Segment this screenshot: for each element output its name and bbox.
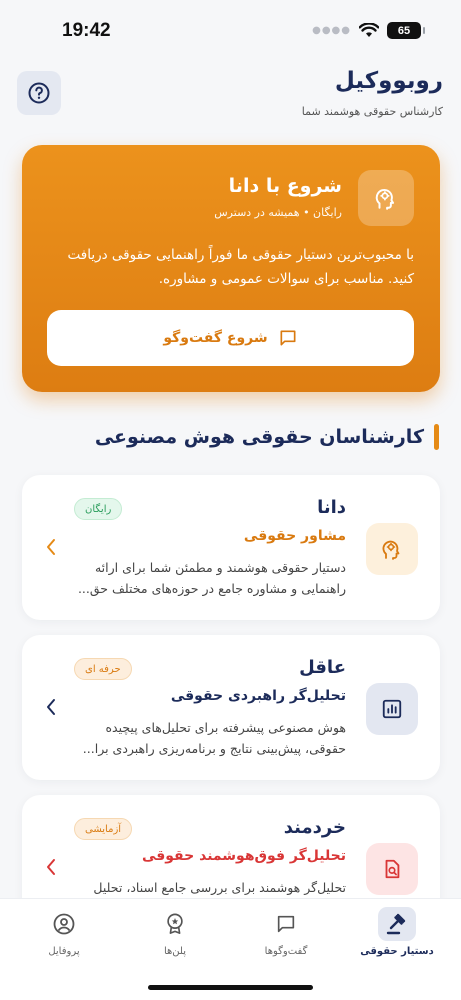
experimental-badge: آزمایشی	[74, 818, 133, 840]
hero-description: با محبوب‌ترین دستیار حقوقی ما فوراً راهن…	[67, 247, 415, 287]
nav-icon-box	[45, 907, 83, 941]
free-badge: رایگان	[74, 498, 123, 520]
expert-role: مشاور حقوقی	[243, 528, 346, 544]
section-title-text: کارشناسان حقوقی هوش مصنوعی	[94, 426, 424, 448]
expert-icon-box	[366, 683, 418, 735]
expert-description: دستیار حقوقی هوشمند و مطمئن شما برای ارا…	[77, 560, 346, 596]
home-indicator	[148, 985, 313, 990]
award-icon	[167, 913, 183, 934]
chart-bars-icon	[382, 699, 402, 719]
status-time: 19:42	[62, 20, 111, 41]
wifi-icon	[359, 23, 379, 37]
expert-card-aghel[interactable]: عاقل تحلیل‌گر راهبردی حقوقی هوش مصنوعی پ…	[22, 635, 440, 780]
chat-icon	[277, 915, 295, 933]
help-button[interactable]	[17, 71, 61, 115]
chevron-left-icon[interactable]	[44, 697, 58, 717]
expert-name: دانا	[317, 497, 346, 518]
chevron-left-icon[interactable]	[44, 537, 58, 557]
expert-icon-box	[366, 523, 418, 575]
app-subtitle: کارشناس حقوقی هوشمند شما	[301, 105, 443, 118]
chevron-left-icon[interactable]	[44, 857, 58, 877]
nav-conversations[interactable]: گفت‌وگوها	[241, 907, 331, 967]
nav-legal-assistant[interactable]: دستیار حقوقی	[352, 907, 442, 967]
question-circle-icon	[28, 82, 50, 104]
battery-indicator: 65	[387, 22, 425, 39]
expert-description: هوش مصنوعی پیشرفته برای تحلیل‌های پیچیده…	[82, 720, 346, 756]
pro-badge: حرفه ای	[74, 658, 132, 680]
brain-head-icon	[375, 189, 395, 210]
start-chat-label: شروع گفت‌وگو	[163, 330, 268, 346]
brain-head-icon	[382, 540, 400, 560]
expert-card-dana[interactable]: دانا مشاور حقوقی دستیار حقوقی هوشمند و م…	[22, 475, 440, 620]
nav-label: پروفایل	[48, 946, 80, 957]
nav-icon-box	[378, 907, 416, 941]
chat-icon	[280, 330, 296, 346]
expert-role: تحلیل‌گر فوق‌هوشمند حقوقی	[141, 848, 346, 864]
hero-title: شروع با دانا	[228, 175, 342, 197]
app-header: روبووکیل کارشناس حقوقی هوشمند شما	[0, 66, 461, 126]
document-search-icon	[385, 859, 400, 879]
nav-plans[interactable]: پلن‌ها	[130, 907, 220, 967]
expert-name: خردمند	[283, 817, 346, 838]
nav-icon-box	[156, 907, 194, 941]
nav-label: دستیار حقوقی	[360, 946, 434, 957]
hero-icon-box	[358, 170, 414, 226]
nav-label: پلن‌ها	[163, 946, 187, 957]
status-bar: 19:42 ●●●● 65	[0, 0, 461, 60]
section-accent-bar	[434, 424, 439, 450]
expert-icon-box	[366, 843, 418, 895]
hero-subtitle: رایگان • همیشه در دسترس	[214, 206, 342, 219]
signal-icon: ●●●●	[312, 25, 351, 36]
start-chat-button[interactable]: شروع گفت‌وگو	[47, 310, 414, 366]
experts-section-title: کارشناسان حقوقی هوش مصنوعی	[95, 423, 439, 451]
nav-profile[interactable]: پروفایل	[19, 907, 109, 967]
start-with-dana-card[interactable]: شروع با دانا رایگان • همیشه در دسترس با …	[22, 145, 440, 392]
expert-role: تحلیل‌گر راهبردی حقوقی	[170, 688, 346, 704]
user-circle-icon	[53, 913, 75, 935]
nav-label: گفت‌وگوها	[264, 946, 308, 957]
gavel-icon	[386, 913, 406, 935]
nav-icon-box	[267, 907, 305, 941]
app-title: روبووکیل	[334, 68, 443, 94]
status-indicators: ●●●● 65	[312, 22, 425, 39]
expert-name: عاقل	[299, 657, 346, 678]
